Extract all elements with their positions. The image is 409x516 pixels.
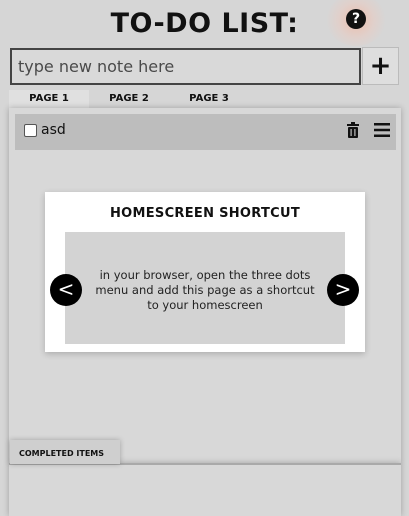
tab-page-3[interactable]: PAGE 3 bbox=[169, 90, 249, 108]
trash-icon[interactable] bbox=[346, 122, 360, 138]
note-text: asd bbox=[41, 122, 66, 138]
new-note-input[interactable] bbox=[10, 48, 361, 85]
completed-panel bbox=[9, 463, 401, 516]
tab-page-2[interactable]: PAGE 2 bbox=[89, 90, 169, 108]
next-slide-button[interactable]: > bbox=[327, 274, 359, 306]
prev-slide-button[interactable]: < bbox=[50, 274, 82, 306]
hamburger-menu-icon[interactable] bbox=[374, 123, 390, 137]
popup-text: in your browser, open the three dots men… bbox=[95, 268, 315, 312]
note-checkbox[interactable] bbox=[24, 124, 37, 137]
completed-items-tab[interactable]: COMPLETED ITEMS bbox=[10, 440, 120, 464]
popup-title: HOMESCREEN SHORTCUT bbox=[109, 206, 301, 221]
tab-page-1[interactable]: PAGE 1 bbox=[9, 90, 89, 108]
note-row bbox=[15, 114, 396, 150]
add-note-button[interactable]: + bbox=[362, 47, 399, 85]
question-circle-icon[interactable]: ? bbox=[346, 9, 366, 29]
